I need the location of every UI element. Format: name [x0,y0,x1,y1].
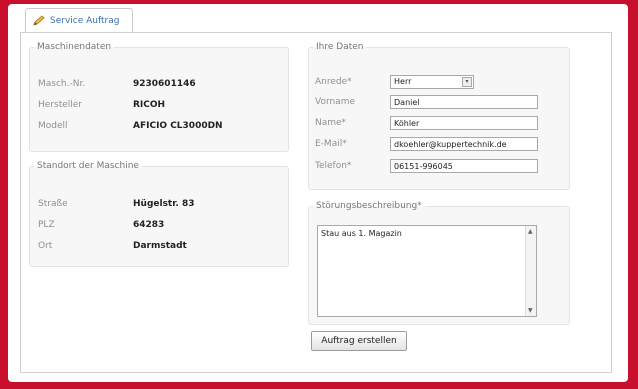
tab-service-auftrag[interactable]: Service Auftrag [25,8,133,32]
fault-group: Störungsbeschreibung* Stau aus 1. Magazi… [308,201,570,325]
scroll-down-icon[interactable]: ▼ [528,307,533,314]
pencil-icon [33,14,45,26]
phone-input[interactable]: 06151-996045 [390,159,538,173]
lastname-input[interactable]: Köhler [390,116,538,130]
manufacturer-value: RICOH [133,100,166,110]
machine-data-group: Maschinendaten Masch.-Nr. 9230601146 Her… [29,42,289,152]
machine-number-value: 9230601146 [133,79,196,89]
tab-label: Service Auftrag [50,15,120,26]
textarea-scrollbar[interactable]: ▲ ▼ [525,226,536,316]
model-value: AFICIO CL3000DN [133,121,223,131]
salutation-label: Anrede* [315,77,352,87]
firstname-input[interactable]: Daniel [390,95,538,109]
main-panel: Maschinendaten Masch.-Nr. 9230601146 Her… [20,32,612,373]
model-label: Modell [38,121,68,131]
email-input[interactable]: dkoehler@kuppertechnik.de [390,137,538,151]
fault-description-textarea[interactable]: Stau aus 1. Magazin ▲ ▼ [317,225,537,317]
chevron-down-icon[interactable]: ▾ [462,77,472,87]
salutation-value: Herr [394,77,412,86]
street-value: Hügelstr. 83 [133,199,195,209]
location-legend: Standort der Maschine [37,161,139,171]
fault-description-text: Stau aus 1. Magazin [321,229,402,238]
salutation-select[interactable]: Herr ▾ [390,75,474,89]
machine-data-legend: Maschinendaten [37,42,112,52]
contact-legend: Ihre Daten [316,42,364,52]
location-group: Standort der Maschine Straße Hügelstr. 8… [29,161,289,267]
create-order-button[interactable]: Auftrag erstellen [311,331,407,351]
email-label: E-Mail* [315,139,347,149]
zip-value: 64283 [133,220,165,230]
street-label: Straße [38,199,68,209]
lastname-label: Name* [315,118,347,128]
scroll-up-icon[interactable]: ▲ [528,228,533,235]
zip-label: PLZ [38,220,55,230]
firstname-label: Vorname [315,97,356,107]
machine-number-label: Masch.-Nr. [38,79,86,89]
contact-group: Ihre Daten Anrede* Herr ▾ Vorname Daniel… [308,42,570,190]
city-value: Darmstadt [133,241,187,251]
fault-legend: Störungsbeschreibung* [316,201,422,211]
manufacturer-label: Hersteller [38,100,82,110]
phone-label: Telefon* [315,161,352,171]
city-label: Ort [38,241,53,251]
